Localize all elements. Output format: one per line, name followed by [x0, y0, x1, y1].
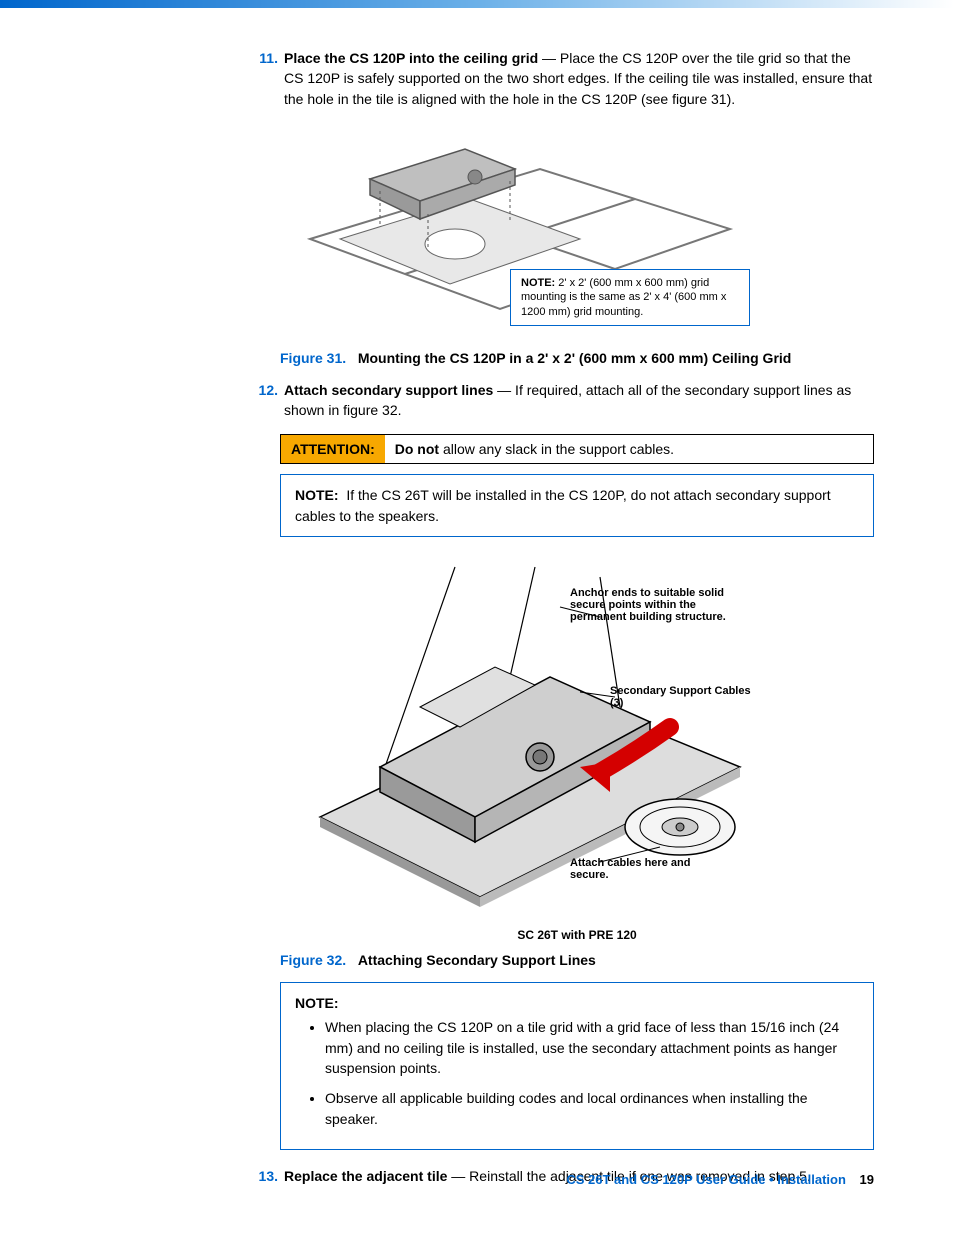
final-note-box: NOTE: When placing the CS 120P on a tile…	[280, 982, 874, 1150]
note-label: NOTE:	[521, 277, 555, 289]
figure-32-illustration: Anchor ends to suitable solid secure poi…	[310, 557, 870, 917]
page-footer: CS 26T and CS 120P User Guide • Installa…	[566, 1172, 874, 1187]
note-text: If the CS 26T will be installed in the C…	[295, 487, 831, 523]
note-bullet-1: When placing the CS 120P on a tile grid …	[325, 1017, 859, 1078]
footer-text: CS 26T and CS 120P User Guide • Installa…	[566, 1172, 846, 1187]
note-label: NOTE:	[295, 995, 339, 1011]
step-body: Attach secondary support lines — If requ…	[284, 380, 874, 421]
top-accent-bar	[0, 0, 954, 8]
attention-box: ATTENTION: Do not allow any slack in the…	[280, 434, 874, 464]
attention-bold: Do not	[395, 441, 439, 457]
step-number: 11.	[250, 48, 278, 109]
figure-31-caption: Figure 31. Mounting the CS 120P in a 2' …	[280, 350, 874, 366]
figure-32: Anchor ends to suitable solid secure poi…	[310, 557, 874, 920]
figure-31-note: NOTE: 2' x 2' (600 mm x 600 mm) grid mou…	[510, 269, 750, 326]
step-body: Place the CS 120P into the ceiling grid …	[284, 48, 874, 109]
page-number: 19	[860, 1172, 874, 1187]
figure-32-sublabel: SC 26T with PRE 120	[280, 928, 874, 942]
secondary-label: Secondary Support Cables (3)	[610, 685, 760, 709]
step-title: Place the CS 120P into the ceiling grid	[284, 50, 538, 66]
caption-prefix: Figure 31.	[280, 350, 346, 366]
note-list: When placing the CS 120P on a tile grid …	[295, 1017, 859, 1128]
figure-31-illustration: NOTE: 2' x 2' (600 mm x 600 mm) grid mou…	[280, 129, 760, 339]
attention-rest: allow any slack in the support cables.	[439, 441, 674, 457]
attach-label: Attach cables here and secure.	[570, 857, 720, 881]
caption-prefix: Figure 32.	[280, 952, 346, 968]
step-title: Replace the adjacent tile	[284, 1168, 447, 1184]
note-bullet-2: Observe all applicable building codes an…	[325, 1088, 859, 1129]
anchor-label: Anchor ends to suitable solid secure poi…	[570, 587, 750, 623]
step-12: 12. Attach secondary support lines — If …	[250, 380, 874, 421]
caption-text: Attaching Secondary Support Lines	[358, 952, 596, 968]
step-number: 13.	[250, 1166, 278, 1186]
caption-text: Mounting the CS 120P in a 2' x 2' (600 m…	[358, 350, 792, 366]
step-title: Attach secondary support lines	[284, 382, 493, 398]
attention-body: Do not allow any slack in the support ca…	[385, 435, 873, 463]
figure-32-caption: Figure 32. Attaching Secondary Support L…	[280, 952, 874, 968]
note-label: NOTE:	[295, 487, 339, 503]
note-box-cs26t: NOTE: If the CS 26T will be installed in…	[280, 474, 874, 537]
attention-label: ATTENTION:	[281, 435, 385, 463]
step-number: 12.	[250, 380, 278, 421]
figure-31: NOTE: 2' x 2' (600 mm x 600 mm) grid mou…	[280, 129, 874, 342]
step-11: 11. Place the CS 120P into the ceiling g…	[250, 48, 874, 109]
